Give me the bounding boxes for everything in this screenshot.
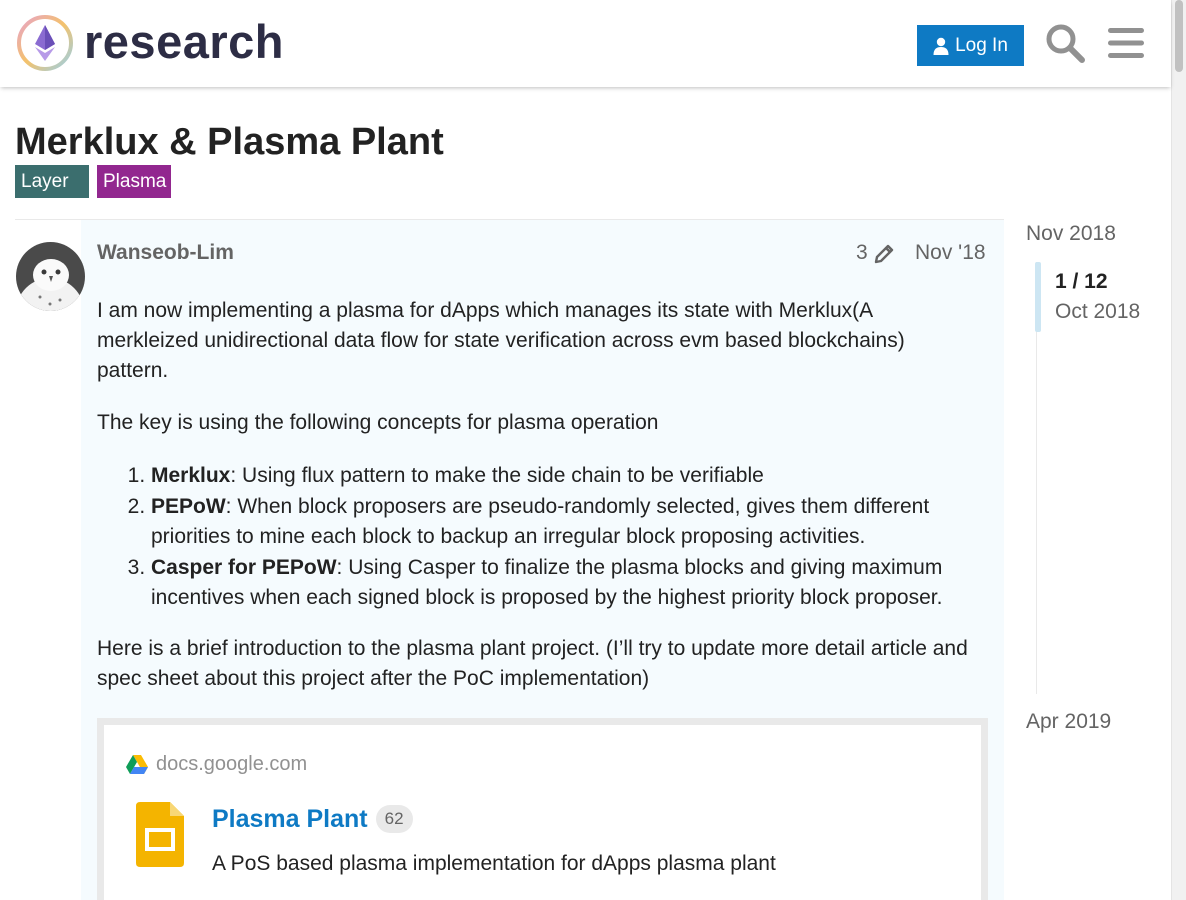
post-paragraph-intro: I am now implementing a plasma for dApps…: [97, 299, 905, 382]
research-logo[interactable]: [16, 14, 74, 72]
list-item: PEPoW: When block proposers are pseudo-r…: [151, 492, 987, 553]
google-drive-icon: [126, 755, 148, 774]
hamburger-menu-icon[interactable]: [1104, 20, 1148, 66]
scrollbar-thumb[interactable]: [1175, 0, 1183, 72]
site-logo-text[interactable]: research: [84, 12, 284, 72]
list-item: Merklux: Using flux pattern to make the …: [151, 461, 987, 492]
onebox-source[interactable]: docs.google.com: [126, 753, 307, 776]
onebox-description: A PoS based plasma implementation for dA…: [212, 852, 776, 875]
onebox-source-domain: docs.google.com: [156, 753, 308, 775]
concept-term: Merklux: [151, 464, 231, 487]
google-slides-icon: [136, 802, 184, 867]
timeline-start-date[interactable]: Nov 2018: [1026, 221, 1116, 247]
search-icon[interactable]: [1043, 20, 1087, 66]
concept-term: PEPoW: [151, 494, 226, 518]
edit-count: 3: [856, 241, 868, 264]
tag-layer-2[interactable]: Layer 2: [15, 165, 89, 225]
post-author[interactable]: Wanseob-Lim: [97, 240, 234, 266]
onebox-title: Plasma Plant: [212, 805, 368, 833]
user-icon: [933, 37, 949, 55]
login-button[interactable]: Log In: [917, 25, 1024, 66]
list-item: Casper for PEPoW: Using Casper to finali…: [151, 553, 987, 614]
post-paragraph-project: Here is a brief introduction to the plas…: [97, 637, 968, 690]
link-preview-onebox: docs.google.com Plasma Plant 62 A PoS ba…: [97, 718, 988, 900]
edit-history-button[interactable]: 3: [856, 240, 896, 266]
tag-plasma[interactable]: Plasma: [97, 165, 171, 198]
concept-term: Casper for PEPoW: [151, 555, 337, 579]
timeline-position[interactable]: 1 / 12: [1055, 269, 1108, 295]
site-header: research Log In: [0, 0, 1171, 87]
timeline-scroll-handle[interactable]: [1035, 262, 1041, 332]
page-scrollbar[interactable]: [1171, 0, 1186, 900]
avatar[interactable]: [16, 242, 85, 311]
post-date[interactable]: Nov '18: [915, 240, 986, 266]
login-label: Log In: [955, 34, 1008, 56]
timeline-current-date: Oct 2018: [1055, 300, 1141, 323]
concepts-list: Merklux: Using flux pattern to make the …: [97, 461, 987, 614]
concept-desc: : Using flux pattern to make the side ch…: [230, 464, 764, 487]
timeline-end-date[interactable]: Apr 2019: [1026, 709, 1111, 735]
post-paragraph-concepts: The key is using the following concepts …: [97, 411, 659, 434]
click-count-badge: 62: [375, 805, 413, 833]
topic-title[interactable]: Merklux & Plasma Plant: [15, 120, 444, 164]
onebox-title-link[interactable]: Plasma Plant 62: [212, 803, 413, 835]
concept-desc: : When block proposers are pseudo-random…: [151, 494, 930, 549]
pencil-icon: [874, 244, 893, 264]
